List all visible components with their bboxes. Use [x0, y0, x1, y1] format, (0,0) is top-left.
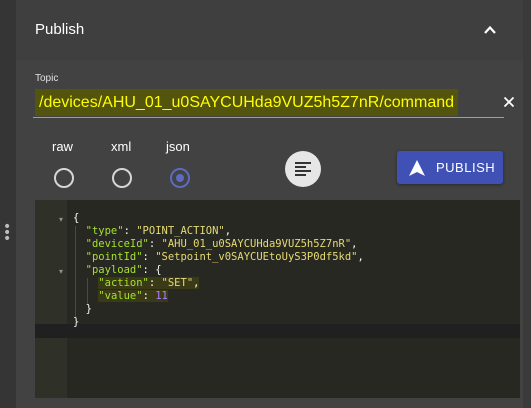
send-icon	[409, 160, 425, 176]
topic-input[interactable]: /devices/AHU_01_u0SAYCUHda9VUZ5h5Z7nR/co…	[33, 87, 515, 118]
code-line: {	[73, 212, 80, 224]
code-editor[interactable]: ▾ ▾ { "type": "POINT_ACTION", "deviceId"…	[35, 200, 520, 398]
format-button[interactable]	[285, 151, 321, 187]
chevron-up-icon[interactable]	[482, 22, 498, 38]
code-line: "action": "SET",	[98, 277, 200, 289]
code-line: "value": 11	[98, 290, 168, 302]
format-align-icon	[295, 162, 311, 176]
publish-button[interactable]: PUBLISH	[397, 151, 503, 184]
editor-code[interactable]: { "type": "POINT_ACTION", "deviceId": "A…	[73, 212, 364, 329]
drag-handle-icon[interactable]: • • •	[3, 220, 11, 246]
code-line: "deviceId": "AHU_01_u0SAYCUHda9VUZ5h5Z7n…	[73, 238, 358, 250]
radio-raw[interactable]	[54, 168, 74, 188]
format-label-raw: raw	[52, 139, 73, 154]
format-label-xml: xml	[111, 139, 132, 154]
panel-title: Publish	[35, 21, 85, 38]
fold-arrow-icon[interactable]: ▾	[59, 215, 63, 224]
code-line: "payload": {	[73, 264, 162, 276]
radio-json[interactable]	[170, 168, 190, 188]
panel-header[interactable]: Publish	[16, 0, 523, 60]
format-label-json: json	[166, 139, 190, 154]
code-line: }	[73, 303, 92, 315]
topic-value[interactable]: /devices/AHU_01_u0SAYCUHda9VUZ5h5Z7nR/co…	[35, 89, 459, 116]
radio-xml[interactable]	[112, 168, 132, 188]
publish-button-label: PUBLISH	[436, 160, 496, 175]
code-line: "pointId": "Setpoint_v0SAYCUEtoUyS3P0df5…	[73, 251, 364, 263]
scrollbar[interactable]	[523, 0, 531, 408]
topic-label: Topic	[35, 73, 59, 84]
publish-panel: Publish Topic /devices/AHU_01_u0SAYCUHda…	[16, 0, 523, 408]
editor-gutter	[35, 200, 67, 398]
left-sidebar-strip	[0, 0, 16, 408]
fold-arrow-icon[interactable]: ▾	[59, 267, 63, 276]
code-line: "type": "POINT_ACTION",	[73, 225, 232, 237]
close-icon[interactable]	[503, 96, 515, 108]
code-line: }	[73, 316, 80, 328]
